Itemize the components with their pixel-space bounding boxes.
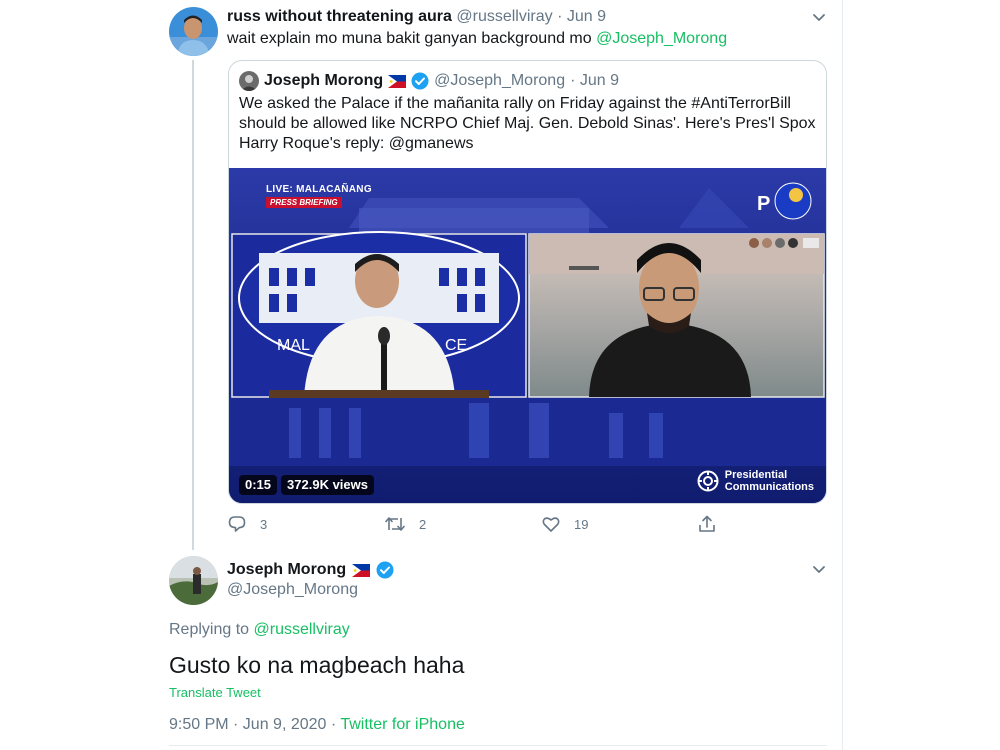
share-action[interactable] [698, 515, 716, 533]
philippines-flag-icon [388, 74, 407, 88]
display-name[interactable]: Joseph Morong [264, 70, 383, 92]
video-player[interactable]: MAL CE P LIVE: MALACAÑANG PRESS BRIEFING… [229, 168, 826, 503]
broadcaster-name-line1: Presidential [724, 469, 788, 481]
tweet-timestamp[interactable]: 9:50 PM · Jun 9, 2020 · [169, 716, 340, 733]
gear-seal-icon [697, 470, 719, 492]
live-label: LIVE: MALACAÑANG [266, 184, 372, 195]
quoted-tweet-header: Joseph Morong @Joseph_Morong · Jun 9 [264, 70, 619, 92]
retweet-count: 2 [419, 516, 427, 532]
thread-connector [192, 60, 194, 550]
handle[interactable]: @Joseph_Morong [227, 580, 358, 600]
retweet-action[interactable]: 2 [385, 515, 426, 533]
reply-action[interactable]: 3 [228, 515, 267, 533]
like-action[interactable]: 19 [542, 515, 588, 533]
reply-icon[interactable] [228, 515, 246, 533]
heart-icon[interactable] [542, 515, 560, 533]
tweet-date[interactable]: · Jun 9 [570, 70, 619, 92]
video-views: 372.9K views [281, 475, 374, 495]
handle[interactable]: @russellviray [456, 8, 552, 25]
retweet-icon[interactable] [385, 515, 405, 533]
tweet-text-body: wait explain mo muna bakit ganyan backgr… [227, 30, 592, 47]
mention-link[interactable]: @Joseph_Morong [596, 30, 727, 47]
verified-badge-icon [376, 561, 394, 579]
replying-to: Replying to @russellviray [169, 620, 350, 640]
share-icon[interactable] [698, 515, 716, 533]
tweet-source-link[interactable]: Twitter for iPhone [340, 716, 465, 733]
display-name[interactable]: russ without threatening aura [227, 8, 452, 25]
tweet-date[interactable]: · Jun 9 [557, 8, 606, 25]
chevron-down-icon[interactable] [811, 561, 827, 577]
quoted-tweet[interactable]: Joseph Morong @Joseph_Morong · Jun 9 We … [228, 60, 827, 504]
broadcaster-name-line2: Communications [724, 481, 814, 493]
tweet-metadata: 9:50 PM · Jun 9, 2020 · Twitter for iPho… [169, 715, 465, 735]
like-count: 19 [574, 516, 589, 532]
verified-badge-icon [411, 72, 429, 90]
avatar[interactable] [169, 556, 218, 605]
broadcaster-logo: Presidential Communications [697, 469, 814, 493]
podium-text-left: MAL [277, 337, 310, 354]
chevron-down-icon[interactable] [811, 9, 827, 25]
divider [169, 745, 827, 746]
replying-to-link[interactable]: @russellviray [254, 621, 350, 638]
reply-count: 3 [260, 516, 268, 532]
handle[interactable]: @Joseph_Morong [434, 70, 565, 92]
timeline-right-border [842, 0, 843, 750]
tweet-header: Joseph Morong [227, 560, 394, 580]
display-name[interactable]: Joseph Morong [227, 560, 346, 580]
avatar[interactable] [169, 7, 218, 56]
avatar[interactable] [239, 71, 259, 91]
tweet-text: wait explain mo muna bakit ganyan backgr… [227, 29, 727, 49]
replying-prefix: Replying to [169, 621, 250, 638]
video-duration: 0:15 [239, 475, 278, 495]
podium-text-right: CE [445, 337, 467, 354]
philippines-flag-icon [352, 563, 371, 577]
tweet-text: Gusto ko na magbeach haha [169, 652, 465, 678]
video-badges: 0:15 372.9K views [239, 475, 374, 495]
channel-logo-text: P [757, 193, 770, 215]
translate-tweet-link[interactable]: Translate Tweet [169, 685, 261, 701]
press-briefing-label: PRESS BRIEFING [266, 197, 342, 208]
video-frame: MAL CE P [229, 168, 826, 503]
tweet-header: russ without threatening aura @russellvi… [227, 7, 606, 27]
quoted-tweet-text: We asked the Palace if the mañanita rall… [239, 95, 816, 152]
